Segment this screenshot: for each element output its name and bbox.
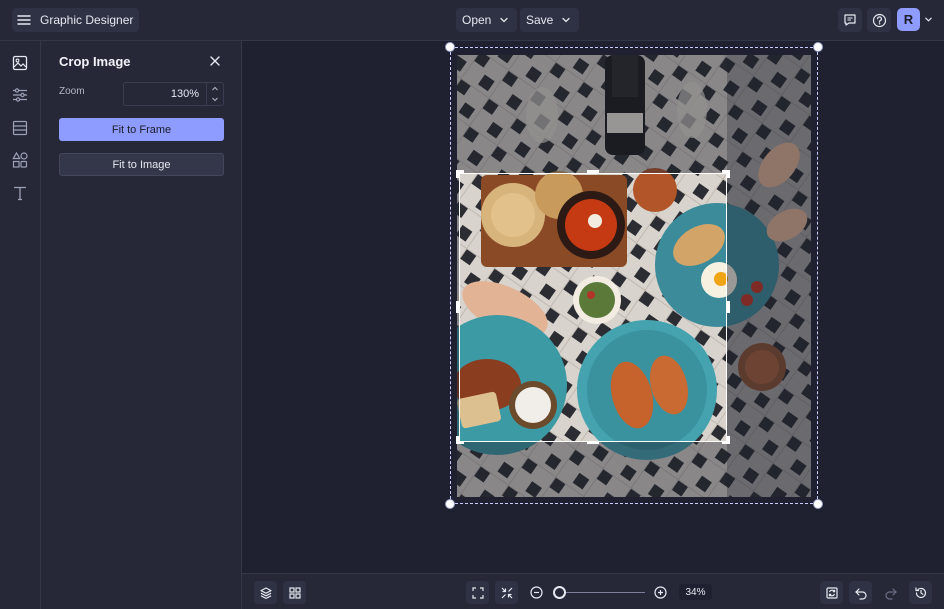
redo-icon [884,586,898,600]
panel-title: Crop Image [59,54,131,69]
user-avatar[interactable]: R [897,8,920,31]
save-dropdown[interactable]: Save [520,8,580,32]
shapes-icon[interactable] [11,151,29,169]
fit-screen-button[interactable] [466,581,489,604]
open-label: Open [462,13,492,27]
resize-handle-bottom-right[interactable] [813,499,823,509]
chevron-down-icon[interactable] [211,95,219,103]
zoom-stepper[interactable] [206,83,223,105]
zoom-level[interactable]: 34% [679,584,712,600]
crop-handle-top[interactable] [587,170,599,173]
grid-button[interactable] [283,581,306,604]
zoom-in-icon[interactable] [654,586,667,599]
crop-handle-bottom[interactable] [587,441,599,444]
resize-handle-bottom-left[interactable] [445,499,455,509]
history-icon [914,586,928,600]
undo-icon [854,586,868,600]
hamburger-menu-icon [16,12,32,28]
text-icon[interactable] [11,184,29,202]
chevron-up-icon[interactable] [211,85,219,93]
comment-icon [843,13,857,27]
history-button[interactable] [909,581,932,604]
layers-icon [259,586,273,600]
chevron-down-icon [561,15,571,25]
zoom-slider[interactable] [560,592,645,593]
crop-handle-bottom-right[interactable] [727,436,730,444]
open-dropdown[interactable]: Open [456,8,518,32]
replace-image-button[interactable] [820,581,843,604]
zoom-slider-thumb[interactable] [553,586,566,599]
crop-handle-top-left[interactable] [456,170,459,178]
actual-size-button[interactable] [495,581,518,604]
crop-handle-bottom-left[interactable] [456,436,459,444]
layers-button[interactable] [254,581,277,604]
expand-icon [471,586,485,600]
app-menu-button[interactable]: Graphic Designer [12,8,140,32]
app-title: Graphic Designer [40,13,134,27]
zoom-label: Zoom [59,86,85,97]
tool-rail [0,41,41,609]
help-icon [872,13,887,28]
fit-to-image-button[interactable]: Fit to Image [59,153,224,176]
layout-icon[interactable] [11,119,29,137]
undo-button[interactable] [849,581,872,604]
crop-image-panel: Crop Image Zoom 130% Fit to Frame Fit to… [41,41,242,609]
refresh-icon [825,586,839,600]
save-label: Save [526,13,554,27]
resize-handle-top-left[interactable] [445,42,455,52]
collapse-icon [500,586,514,600]
image-icon[interactable] [11,54,29,72]
bottom-toolbar: 34% [242,573,944,609]
grid-icon [288,586,302,600]
crop-handle-right[interactable] [727,301,730,313]
crop-handle-left[interactable] [456,301,459,313]
crop-handle-top-right[interactable] [727,170,730,178]
adjustments-icon[interactable] [11,86,29,104]
comments-button[interactable] [838,8,862,32]
fit-to-frame-button[interactable]: Fit to Frame [59,118,224,141]
redo-button[interactable] [879,581,902,604]
chevron-down-icon[interactable] [924,15,933,24]
help-button[interactable] [867,8,891,32]
zoom-input[interactable]: 130% [123,82,224,106]
top-bar: Graphic Designer Open Save R [0,0,944,41]
chevron-down-icon [499,15,509,25]
crop-area[interactable] [459,173,727,442]
close-icon[interactable] [209,55,221,67]
resize-handle-top-right[interactable] [813,42,823,52]
zoom-value: 130% [170,88,199,100]
zoom-out-icon[interactable] [530,586,543,599]
